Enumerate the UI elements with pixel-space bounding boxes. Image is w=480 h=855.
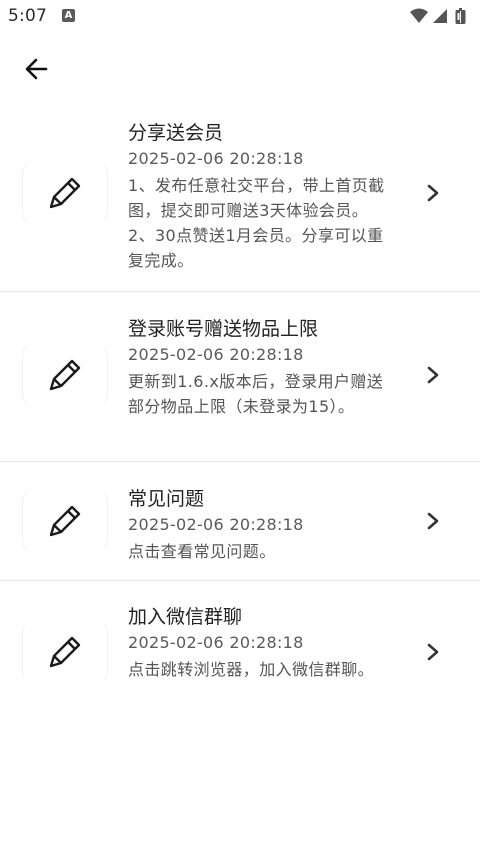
- arrow-left-icon: [25, 58, 48, 80]
- status-time: 5:07: [8, 6, 47, 26]
- signal-icon: [433, 9, 447, 23]
- status-bar: 5:07 A: [0, 0, 480, 34]
- list-item[interactable]: 加入微信群聊 2025-02-06 20:28:18 点击跳转浏览器，加入微信群…: [0, 581, 480, 721]
- pencil-icon: [49, 505, 81, 537]
- chevron-right-icon: [424, 184, 442, 202]
- item-date: 2025-02-06 20:28:18: [128, 515, 304, 534]
- item-title: 加入微信群聊: [128, 606, 243, 628]
- item-description: 点击跳转浏览器，加入微信群聊。: [128, 660, 375, 679]
- item-description: 点击查看常见问题。: [128, 542, 276, 561]
- item-title: 常见问题: [128, 488, 205, 510]
- item-title: 登录账号赠送物品上限: [128, 318, 319, 340]
- item-description: 1、发布任意社交平台，带上首页截图，提交即可赠送3天体验会员。2、30点赞送1月…: [128, 176, 385, 270]
- list-item[interactable]: 分享送会员 2025-02-06 20:28:18 1、发布任意社交平台，带上首…: [0, 110, 480, 292]
- list-item[interactable]: 常见问题 2025-02-06 20:28:18 点击查看常见问题。: [0, 462, 480, 581]
- item-date: 2025-02-06 20:28:18: [128, 345, 304, 364]
- notification-icon: A: [62, 9, 75, 22]
- wifi-icon: [410, 8, 428, 23]
- back-button[interactable]: [20, 52, 54, 86]
- notice-list: 分享送会员 2025-02-06 20:28:18 1、发布任意社交平台，带上首…: [0, 110, 480, 721]
- item-thumbnail: [22, 160, 108, 226]
- chevron-right-icon: [424, 643, 442, 661]
- pencil-icon: [49, 177, 81, 209]
- item-title: 分享送会员: [128, 122, 224, 144]
- pencil-icon: [49, 636, 81, 668]
- item-date: 2025-02-06 20:28:18: [128, 633, 304, 652]
- battery-icon: [455, 8, 466, 24]
- item-date: 2025-02-06 20:28:18: [128, 149, 304, 168]
- chevron-right-icon: [424, 366, 442, 384]
- list-item[interactable]: 登录账号赠送物品上限 2025-02-06 20:28:18 更新到1.6.x版…: [0, 292, 480, 462]
- item-description: 更新到1.6.x版本后，登录用户赠送部分物品上限（未登录为15）。: [128, 372, 384, 416]
- status-icons: [409, 7, 473, 25]
- item-thumbnail: [22, 619, 108, 685]
- item-thumbnail: [22, 342, 108, 408]
- chevron-right-icon: [424, 512, 442, 530]
- item-thumbnail: [22, 488, 108, 554]
- pencil-icon: [49, 359, 81, 391]
